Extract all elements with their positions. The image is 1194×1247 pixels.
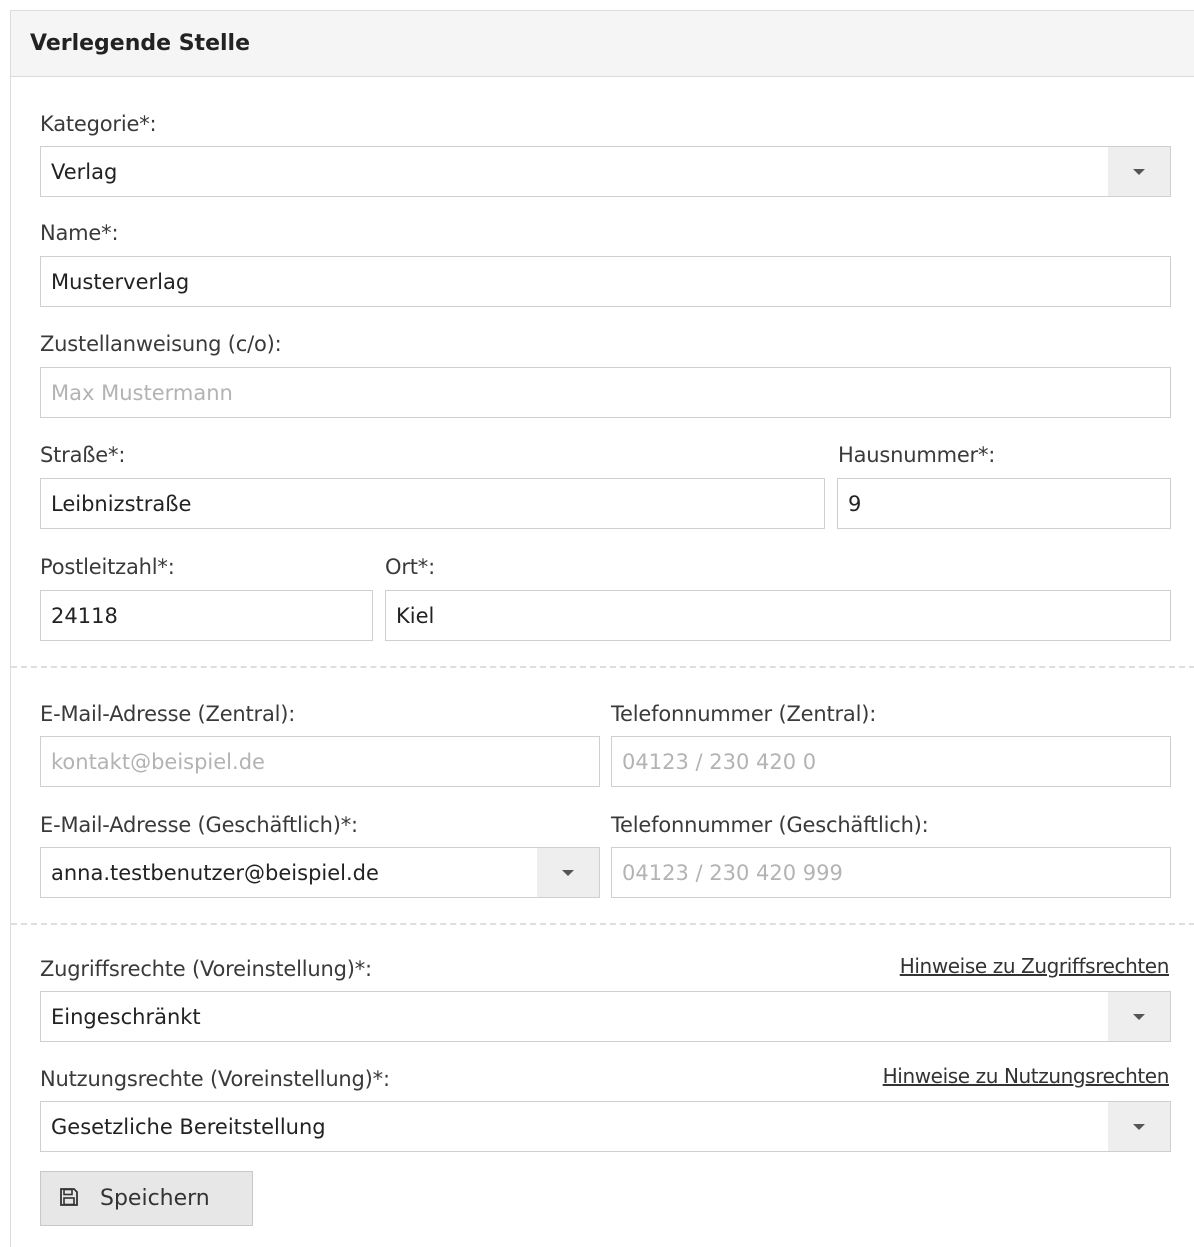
nutzungsrechte-value: Gesetzliche Bereitstellung: [51, 1115, 326, 1139]
email-zentral-label: E-Mail-Adresse (Zentral):: [40, 702, 296, 726]
kategorie-dropdown-button[interactable]: [1108, 147, 1170, 196]
zugriffsrechte-label: Zugriffsrechte (Voreinstellung)*:: [40, 957, 372, 981]
kategorie-select[interactable]: Verlag: [40, 146, 1171, 197]
zugriffsrechte-select[interactable]: Eingeschränkt: [40, 991, 1171, 1042]
strasse-label: Straße*:: [40, 443, 126, 467]
kategorie-value: Verlag: [51, 160, 118, 184]
ort-label: Ort*:: [385, 555, 435, 579]
nutzungsrechte-label: Nutzungsrechte (Voreinstellung)*:: [40, 1067, 390, 1091]
section-divider: [11, 923, 1194, 925]
email-geschaeftlich-select[interactable]: anna.testbenutzer@beispiel.de: [40, 847, 600, 898]
zustellanweisung-input[interactable]: Max Mustermann: [40, 367, 1171, 418]
telefon-zentral-label: Telefonnummer (Zentral):: [611, 702, 877, 726]
email-geschaeftlich-label: E-Mail-Adresse (Geschäftlich)*:: [40, 813, 358, 837]
ort-input[interactable]: Kiel: [385, 590, 1171, 641]
zustellanweisung-label: Zustellanweisung (c/o):: [40, 332, 282, 356]
telefon-geschaeftlich-input[interactable]: 04123 / 230 420 999: [611, 847, 1171, 898]
panel-header: Verlegende Stelle: [11, 11, 1194, 77]
save-button-label: Speichern: [100, 1186, 210, 1211]
section-divider: [11, 666, 1194, 668]
panel-title: Verlegende Stelle: [30, 31, 250, 56]
postleitzahl-label: Postleitzahl*:: [40, 555, 175, 579]
save-button[interactable]: Speichern: [40, 1171, 253, 1226]
hausnummer-label: Hausnummer*:: [838, 443, 996, 467]
telefon-zentral-input[interactable]: 04123 / 230 420 0: [611, 736, 1171, 787]
strasse-input[interactable]: Leibnizstraße: [40, 478, 825, 529]
email-geschaeftlich-dropdown-button[interactable]: [537, 848, 599, 897]
kategorie-label: Kategorie*:: [40, 112, 157, 136]
telefon-geschaeftlich-label: Telefonnummer (Geschäftlich):: [611, 813, 929, 837]
email-geschaeftlich-value: anna.testbenutzer@beispiel.de: [51, 861, 379, 885]
postleitzahl-input[interactable]: 24118: [40, 590, 373, 641]
chevron-down-icon: [1133, 169, 1145, 175]
nutzungsrechte-select[interactable]: Gesetzliche Bereitstellung: [40, 1101, 1171, 1152]
hausnummer-input[interactable]: 9: [837, 478, 1171, 529]
nutzungsrechte-dropdown-button[interactable]: [1108, 1102, 1170, 1151]
chevron-down-icon: [1133, 1014, 1145, 1020]
name-input[interactable]: Musterverlag: [40, 256, 1171, 307]
zugriffsrechte-hint-link[interactable]: Hinweise zu Zugriffsrechten: [900, 954, 1170, 978]
chevron-down-icon: [1133, 1124, 1145, 1130]
nutzungsrechte-hint-link[interactable]: Hinweise zu Nutzungsrechten: [883, 1064, 1170, 1088]
zugriffsrechte-dropdown-button[interactable]: [1108, 992, 1170, 1041]
floppy-disk-icon: [60, 1188, 78, 1206]
zugriffsrechte-value: Eingeschränkt: [51, 1005, 201, 1029]
publisher-panel: Verlegende Stelle Kategorie*: Verlag Nam…: [10, 10, 1194, 1247]
email-zentral-input[interactable]: kontakt@beispiel.de: [40, 736, 600, 787]
chevron-down-icon: [562, 870, 574, 876]
name-label: Name*:: [40, 221, 119, 245]
